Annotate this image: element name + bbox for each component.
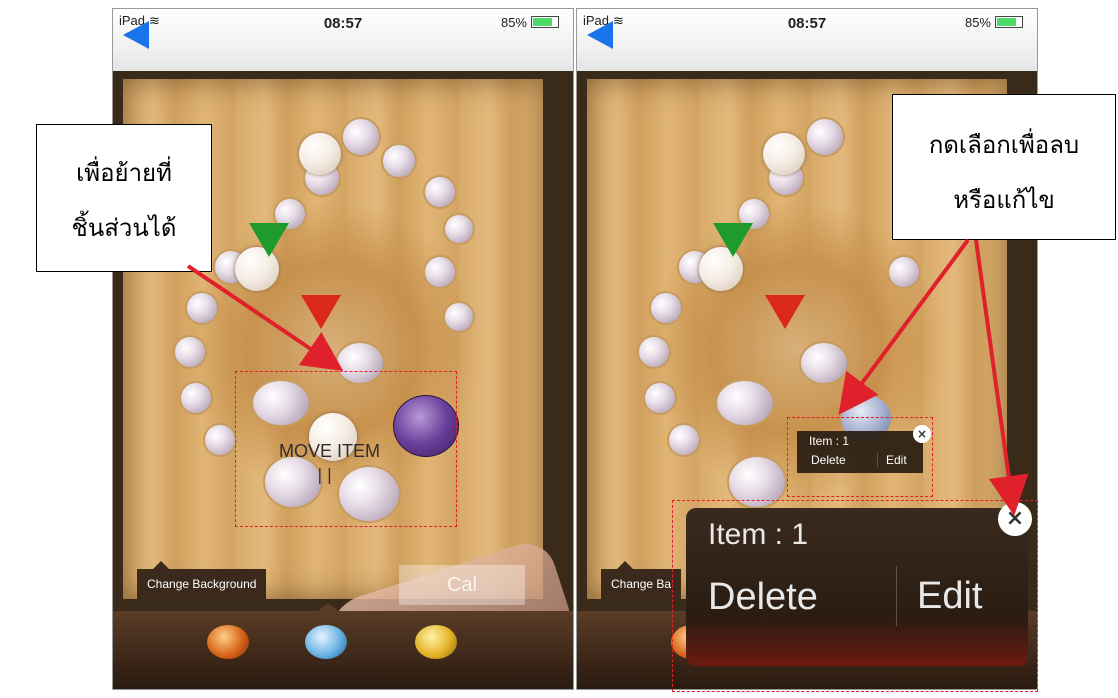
green-gem[interactable]	[713, 223, 753, 257]
close-icon[interactable]: ×	[998, 502, 1032, 536]
edit-button-zoomed[interactable]: Edit	[896, 566, 982, 626]
delete-button[interactable]: Delete	[811, 453, 846, 467]
crystal-gem[interactable]	[423, 175, 457, 209]
status-bar: iPad ≋ 08:57 85%	[113, 9, 573, 71]
crystal-gem[interactable]	[173, 335, 207, 369]
gem-dock	[113, 603, 573, 689]
crystal-gem[interactable]	[443, 301, 475, 333]
change-background-tooltip[interactable]: Change Ba	[601, 561, 682, 599]
phone-screen-left: iPad ≋ 08:57 85% MOVE ITEM || Change Bac…	[112, 8, 574, 690]
callout-move-line1: เพื่อย้ายที่	[76, 159, 172, 187]
pearl[interactable]	[299, 133, 341, 175]
calculate-button[interactable]: Cal	[399, 565, 525, 605]
crystal-gem[interactable]	[887, 255, 921, 289]
battery-icon	[995, 16, 1023, 28]
back-arrow-icon[interactable]	[587, 21, 613, 49]
dock-selector-notch	[318, 603, 338, 611]
item-label: Item : 1	[809, 434, 850, 448]
crystal-gem[interactable]	[805, 117, 845, 157]
yellow-gem-button[interactable]	[415, 625, 457, 659]
blue-gem-button[interactable]	[305, 625, 347, 659]
green-gem[interactable]	[249, 223, 289, 257]
callout-edit-line1: กดเลือกเพื่อลบ	[928, 131, 1080, 159]
item-label-zoomed: Item : 1	[708, 518, 809, 551]
crystal-gem[interactable]	[179, 381, 213, 415]
callout-move: เพื่อย้ายที่ ชิ้นส่วนได้	[36, 124, 212, 272]
crystal-gem[interactable]	[341, 117, 381, 157]
pearl[interactable]	[763, 133, 805, 175]
callout-edit: กดเลือกเพื่อลบ หรือแก้ไข	[892, 94, 1116, 240]
callout-edit-line2: หรือแก้ไข	[953, 186, 1055, 214]
orange-gem-button[interactable]	[207, 625, 249, 659]
item-popup: Item : 1 Delete Edit ×	[797, 425, 931, 473]
crystal-gem[interactable]	[799, 341, 849, 385]
crystal-gem[interactable]	[381, 143, 417, 179]
battery-status: 85%	[965, 15, 1023, 30]
close-icon[interactable]: ×	[913, 425, 931, 443]
crystal-gem[interactable]	[715, 379, 775, 427]
battery-status: 85%	[501, 15, 559, 30]
status-bar: iPad ≋ 08:57 85%	[577, 9, 1037, 71]
crystal-gem[interactable]	[643, 381, 677, 415]
red-gem[interactable]	[301, 295, 341, 329]
crystal-gem[interactable]	[203, 423, 237, 457]
item-popup-zoomed: Item : 1 Delete Edit ×	[686, 502, 1032, 666]
crystal-gem[interactable]	[185, 291, 219, 325]
crystal-gem[interactable]	[667, 423, 701, 457]
crystal-gem[interactable]	[637, 335, 671, 369]
crystal-gem[interactable]	[649, 291, 683, 325]
move-hint: ||	[315, 465, 335, 484]
change-background-tooltip[interactable]: Change Background	[137, 561, 267, 599]
battery-icon	[531, 16, 559, 28]
callout-move-line2: ชิ้นส่วนได้	[71, 214, 177, 242]
move-item-label: MOVE ITEM	[279, 441, 381, 461]
edit-button[interactable]: Edit	[877, 453, 907, 467]
crystal-gem[interactable]	[443, 213, 475, 245]
red-gem[interactable]	[765, 295, 805, 329]
delete-button-zoomed[interactable]: Delete	[708, 576, 818, 619]
back-arrow-icon[interactable]	[123, 21, 149, 49]
crystal-gem[interactable]	[423, 255, 457, 289]
